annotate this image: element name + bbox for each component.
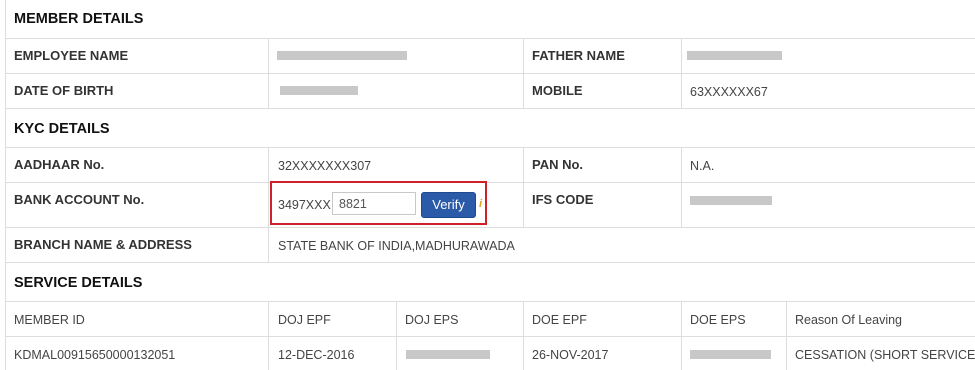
divider [268, 38, 269, 108]
section-title-service-details: SERVICE DETAILS [14, 275, 143, 291]
divider [523, 301, 524, 370]
aadhaar-value: 32XXXXXXX307 [278, 159, 372, 173]
reason-of-leaving-value: CESSATION (SHORT SERVICE) [795, 348, 975, 362]
dob-label: DATE OF BIRTH [14, 83, 114, 98]
doe-epf-value: 26-NOV-2017 [532, 348, 609, 362]
divider [5, 73, 975, 74]
redacted-doj-eps [406, 350, 490, 359]
pan-value: N.A. [690, 159, 715, 173]
column-header-doj-eps: DOJ EPS [405, 313, 459, 327]
divider [5, 262, 975, 263]
employee-name-label: EMPLOYEE NAME [14, 48, 129, 63]
divider [5, 108, 975, 109]
column-header-doj-epf: DOJ EPF [278, 313, 331, 327]
divider [681, 301, 682, 370]
aadhaar-label: AADHAAR No. [14, 157, 105, 172]
pan-label: PAN No. [532, 157, 584, 172]
section-title-kyc-details: KYC DETAILS [14, 121, 110, 137]
bank-account-label: BANK ACCOUNT No. [14, 192, 145, 207]
section-title-member-details: MEMBER DETAILS [14, 11, 144, 27]
divider [5, 336, 975, 337]
mobile-label: MOBILE [532, 83, 583, 98]
divider [5, 227, 975, 228]
divider [5, 301, 975, 302]
divider [268, 147, 269, 262]
divider [786, 301, 787, 370]
divider [5, 0, 6, 370]
divider [523, 38, 524, 108]
ifs-code-label: IFS CODE [532, 192, 594, 207]
father-name-label: FATHER NAME [532, 48, 625, 63]
redacted-doe-eps [690, 350, 771, 359]
divider [396, 301, 397, 370]
divider [681, 147, 682, 227]
divider [681, 38, 682, 108]
info-icon[interactable]: i [479, 198, 482, 210]
redacted-ifs-code [690, 196, 772, 205]
divider [268, 301, 269, 370]
redacted-father-name [687, 51, 782, 60]
redacted-dob [280, 86, 358, 95]
column-header-member-id: MEMBER ID [14, 313, 85, 327]
mobile-value: 63XXXXXX67 [690, 85, 768, 99]
column-header-doe-epf: DOE EPF [532, 313, 587, 327]
branch-label: BRANCH NAME & ADDRESS [14, 237, 192, 252]
bank-account-input[interactable] [332, 192, 416, 215]
divider [523, 147, 524, 227]
column-header-doe-eps: DOE EPS [690, 313, 746, 327]
divider [5, 147, 975, 148]
branch-value: STATE BANK OF INDIA,MADHURAWADA [278, 239, 515, 253]
bank-account-prefix: 3497XXX [278, 198, 331, 212]
redacted-employee-name [277, 51, 407, 60]
column-header-reason-of-leaving: Reason Of Leaving [795, 313, 903, 327]
divider [5, 38, 975, 39]
divider [5, 182, 975, 183]
member-id-value: KDMAL00915650000132051 [14, 348, 176, 362]
verify-button[interactable]: Verify [421, 192, 476, 218]
doj-epf-value: 12-DEC-2016 [278, 348, 355, 362]
